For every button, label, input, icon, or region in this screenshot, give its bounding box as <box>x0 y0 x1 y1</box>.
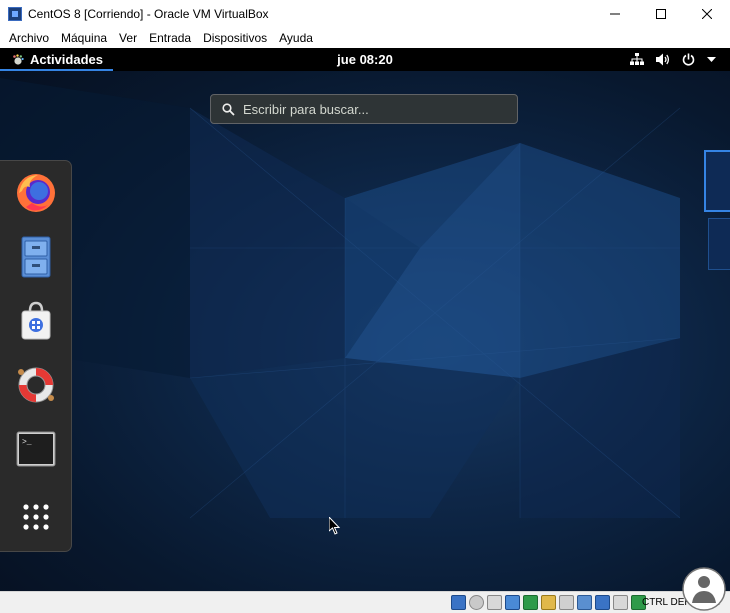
virtualbox-icon <box>8 7 22 21</box>
search-input[interactable] <box>243 101 483 117</box>
device-indicators <box>451 595 646 610</box>
display-icon[interactable] <box>559 595 574 610</box>
network-icon <box>630 53 644 65</box>
search-icon <box>222 102 235 116</box>
workspace-thumb-2[interactable] <box>708 218 730 270</box>
mouse-pointer-icon <box>329 517 341 535</box>
dash: >_ <box>0 160 72 552</box>
firefox-icon <box>17 174 55 212</box>
workspace-thumb-1[interactable] <box>704 150 730 212</box>
maximize-icon <box>656 9 666 19</box>
menu-maquina[interactable]: Máquina <box>61 31 107 45</box>
close-button[interactable] <box>684 0 730 28</box>
watermark-logo <box>682 567 726 611</box>
close-icon <box>702 9 712 19</box>
menu-ver[interactable]: Ver <box>119 31 137 45</box>
gnome-top-bar: Actividades jue 08:20 <box>0 48 730 71</box>
optical-drive-icon[interactable] <box>469 595 484 610</box>
statusbar: CTRL DERECHA <box>0 591 730 613</box>
dash-item-help[interactable] <box>12 361 60 409</box>
terminal-icon: >_ <box>16 431 56 467</box>
activities-label: Actividades <box>30 52 103 67</box>
window-titlebar[interactable]: CentOS 8 [Corriendo] - Oracle VM Virtual… <box>0 0 730 28</box>
window-controls <box>592 0 730 28</box>
usb-icon[interactable] <box>523 595 538 610</box>
menu-dispositivos[interactable]: Dispositivos <box>203 31 267 45</box>
audio-icon[interactable] <box>487 595 502 610</box>
show-applications-icon <box>23 504 49 530</box>
network-adapter-icon[interactable] <box>505 595 520 610</box>
hard-disk-icon[interactable] <box>451 595 466 610</box>
menubar: Archivo Máquina Ver Entrada Dispositivos… <box>0 28 730 48</box>
menu-archivo[interactable]: Archivo <box>9 31 49 45</box>
files-icon <box>21 236 51 278</box>
mouse-integration-icon[interactable] <box>613 595 628 610</box>
maximize-button[interactable] <box>638 0 684 28</box>
dash-item-software[interactable] <box>12 297 60 345</box>
shared-folders-icon[interactable] <box>541 595 556 610</box>
window-title: CentOS 8 [Corriendo] - Oracle VM Virtual… <box>28 7 269 21</box>
search-box[interactable] <box>210 94 518 124</box>
activities-button[interactable]: Actividades <box>0 48 113 71</box>
power-icon <box>682 53 695 66</box>
dash-item-firefox[interactable] <box>12 169 60 217</box>
system-tray[interactable] <box>630 48 716 71</box>
volume-icon <box>656 53 670 66</box>
minimize-button[interactable] <box>592 0 638 28</box>
menu-ayuda[interactable]: Ayuda <box>279 31 313 45</box>
menu-entrada[interactable]: Entrada <box>149 31 191 45</box>
help-icon <box>18 367 54 403</box>
desktop-wallpaper <box>0 78 681 519</box>
dash-item-terminal[interactable]: >_ <box>12 425 60 473</box>
minimize-icon <box>610 13 620 15</box>
gnome-foot-icon <box>13 53 24 65</box>
virtualization-icon[interactable] <box>595 595 610 610</box>
dash-item-files[interactable] <box>12 233 60 281</box>
show-applications-button[interactable] <box>12 493 60 541</box>
software-icon <box>21 301 51 340</box>
workspace-selector <box>702 148 730 548</box>
svg-text:>_: >_ <box>22 438 32 447</box>
vm-screen[interactable]: Actividades jue 08:20 Escribir para busc… <box>0 48 730 591</box>
video-capture-icon[interactable] <box>577 595 592 610</box>
chevron-down-icon <box>707 56 716 62</box>
